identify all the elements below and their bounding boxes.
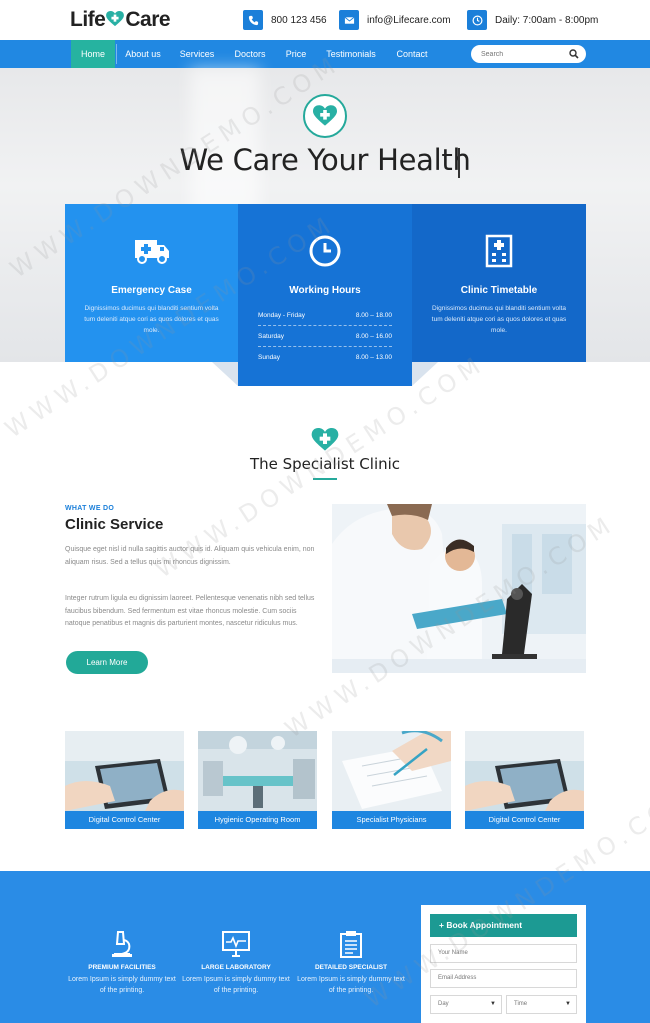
working-hours-title: Working Hours [289, 285, 361, 296]
feature-detailed-specialist: DETAILED SPECIALIST Lorem Ipsum is simpl… [296, 930, 406, 996]
emergency-case-box: Emergency Case Dignissimos ducimus qui b… [65, 204, 238, 362]
hours-time: 8.00 – 18.00 [355, 312, 392, 319]
operating-room-photo [198, 731, 317, 811]
day-select-value: Day [438, 1001, 449, 1007]
logo-text-right: Care [125, 8, 171, 31]
nav-item-services[interactable]: Services [174, 40, 220, 68]
clock-icon [238, 234, 412, 268]
contact-hours: Daily: 7:00am - 8:00pm [467, 9, 598, 31]
caret-down-icon: ▼ [490, 1001, 496, 1007]
service-paragraph-1: Quisque eget nisl id nulla sagittis auct… [65, 546, 315, 566]
feature-title: PREMIUM FACILITIES [88, 964, 156, 971]
nav-divider [116, 44, 117, 64]
microscope-icon [67, 930, 177, 958]
time-select[interactable]: Time ▼ [506, 995, 577, 1014]
monitor-heart-icon [181, 930, 291, 958]
feature-premium-facilities: PREMIUM FACILITIES Lorem Ipsum is simply… [67, 930, 177, 996]
section-title: The Specialist Clinic [249, 455, 401, 473]
contact-phone-text: 800 123 456 [271, 14, 327, 26]
text-cursor [458, 148, 460, 178]
nav-item-price[interactable]: Price [280, 40, 312, 68]
emergency-case-title: Emergency Case [111, 285, 192, 296]
name-field[interactable]: Your Name [430, 944, 577, 963]
feature-text: Lorem Ipsum is simply dummy text of the … [297, 976, 405, 994]
feature-text: Lorem Ipsum is simply dummy text of the … [68, 976, 176, 994]
hours-row: Saturday 8.00 – 16.00 [258, 326, 392, 347]
clinic-timetable-box: Clinic Timetable Dignissimos ducimus qui… [412, 204, 586, 362]
learn-more-button[interactable]: Learn More [66, 651, 148, 674]
feature-title: LARGE LABORATORY [201, 964, 271, 971]
physician-notes-photo [332, 731, 451, 811]
clipboard-icon [296, 930, 406, 958]
gallery-card[interactable]: Specialist Physicians [332, 731, 451, 829]
contact-email-text: info@Lifecare.com [367, 14, 451, 26]
nav-item-home[interactable]: Home [71, 40, 115, 68]
ambulance-icon [65, 234, 238, 268]
hours-day: Sunday [258, 354, 281, 361]
hours-time: 8.00 – 13.00 [355, 354, 392, 361]
hours-day: Saturday [258, 333, 285, 340]
gallery-caption: Digital Control Center [465, 811, 584, 829]
top-bar: Life Care 800 123 456 info@Lifecare.com D… [0, 0, 650, 40]
feature-text: Lorem Ipsum is simply dummy text of the … [182, 976, 290, 994]
contact-phone[interactable]: 800 123 456 [243, 9, 327, 31]
search-input[interactable] [481, 47, 561, 61]
clinic-timetable-text: Dignissimos ducimus qui blanditi sentium… [431, 305, 567, 334]
nav-item-about[interactable]: About us [120, 40, 166, 68]
hours-row: Sunday 8.00 – 13.00 [258, 347, 392, 368]
service-paragraph-2: Integer rutrum ligula eu dignissim laore… [65, 595, 315, 627]
search-icon[interactable] [569, 49, 579, 59]
gallery-caption: Digital Control Center [65, 811, 184, 829]
contact-email[interactable]: info@Lifecare.com [339, 9, 451, 31]
hours-time: 8.00 – 16.00 [355, 333, 392, 340]
time-select-value: Time [514, 1001, 528, 1007]
search-box [471, 45, 586, 63]
heart-cross-icon [311, 428, 339, 451]
page: Life Care 800 123 456 info@Lifecare.com D… [0, 0, 650, 1023]
feature-title: DETAILED SPECIALIST [314, 964, 388, 971]
gallery-card[interactable]: Digital Control Center [65, 731, 184, 829]
clinic-service-title: Clinic Service [65, 516, 164, 533]
hours-day: Monday - Friday [258, 312, 305, 319]
logo-text-left: Life [70, 8, 106, 31]
email-field[interactable]: Email Address [430, 969, 577, 988]
clinic-timetable-title: Clinic Timetable [460, 285, 538, 296]
mail-icon [339, 10, 359, 30]
gallery-card[interactable]: Digital Control Center [465, 731, 584, 829]
hours-table: Monday - Friday 8.00 – 18.00 Saturday 8.00… [258, 305, 392, 368]
nav-item-doctors[interactable]: Doctors [228, 40, 272, 68]
caret-down-icon: ▼ [565, 1001, 571, 1007]
hours-row: Monday - Friday 8.00 – 18.00 [258, 305, 392, 326]
book-appointment-header: + Book Appointment [430, 914, 577, 937]
hero-title: We Care Your Health [179, 143, 471, 177]
nav-item-testimonials[interactable]: Testimonials [320, 40, 382, 68]
day-select[interactable]: Day ▼ [430, 995, 502, 1014]
doctor-microscope-photo [332, 504, 586, 673]
gallery-card[interactable]: Hygienic Operating Room [198, 731, 317, 829]
hospital-building-icon [412, 234, 586, 268]
phone-icon [243, 10, 263, 30]
tablet-photo [465, 731, 584, 811]
title-underline [313, 478, 337, 480]
section-eyebrow: WHAT WE DO [65, 505, 115, 512]
working-hours-box: Working Hours Monday - Friday 8.00 – 18.0… [238, 204, 412, 386]
heart-cross-icon [106, 11, 125, 27]
hero-heart-cross-icon [303, 94, 347, 138]
logo[interactable]: Life Care [70, 8, 171, 32]
contact-hours-text: Daily: 7:00am - 8:00pm [495, 14, 599, 26]
nav-item-contact[interactable]: Contact [390, 40, 434, 68]
emergency-case-text: Dignissimos ducimus qui blanditi sentium… [84, 305, 219, 334]
gallery-caption: Specialist Physicians [332, 811, 451, 829]
box-shadow-right [412, 362, 438, 386]
box-shadow-left [212, 362, 238, 386]
tablet-photo [65, 731, 184, 811]
gallery-caption: Hygienic Operating Room [198, 811, 317, 829]
clock-icon [467, 10, 487, 30]
feature-large-laboratory: LARGE LABORATORY Lorem Ipsum is simply d… [181, 930, 291, 996]
